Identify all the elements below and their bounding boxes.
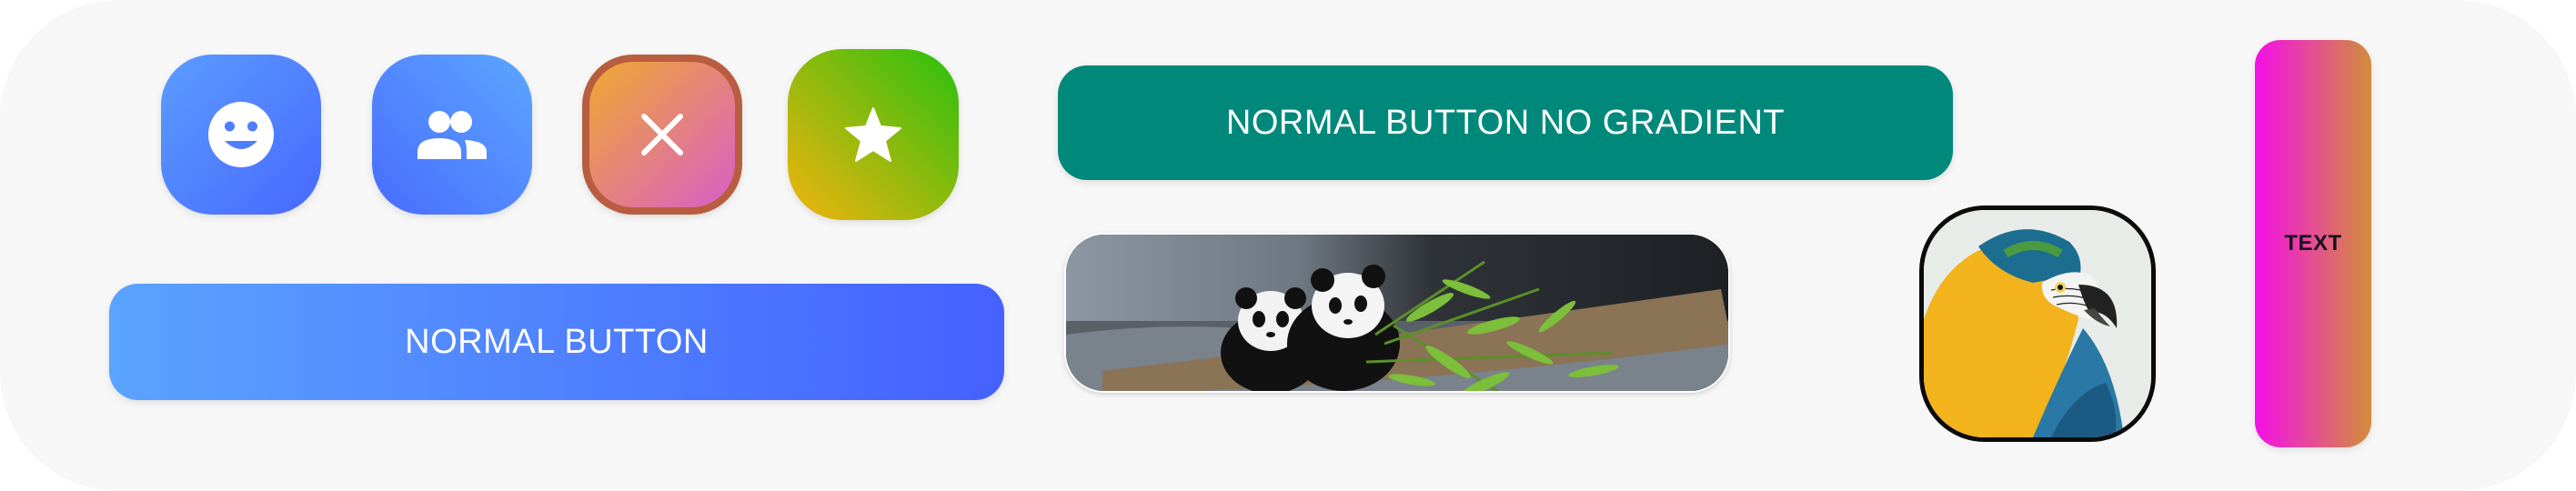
panda-image-button[interactable] (1064, 233, 1730, 393)
star-button[interactable] (788, 49, 959, 220)
page: NORMAL BUTTON NORMAL BUTTON NO GRADIENT (0, 0, 2576, 491)
panda-photo (1066, 235, 1728, 391)
parrot-photo (1924, 210, 2151, 437)
close-icon (641, 114, 683, 155)
normal-button[interactable]: NORMAL BUTTON (109, 284, 1004, 400)
people-group-icon (418, 111, 487, 159)
star-icon (845, 107, 901, 162)
text-button[interactable]: TEXT (2255, 40, 2371, 447)
close-button[interactable] (582, 55, 742, 215)
smiley-face-icon (208, 102, 274, 167)
no-gradient-button[interactable]: NORMAL BUTTON NO GRADIENT (1058, 65, 1953, 180)
emoji-button[interactable] (161, 55, 321, 215)
text-button-label: TEXT (2284, 231, 2342, 256)
normal-button-label: NORMAL BUTTON (405, 322, 709, 361)
no-gradient-button-label: NORMAL BUTTON NO GRADIENT (1225, 103, 1786, 142)
people-button[interactable] (372, 55, 532, 215)
parrot-image-button[interactable] (1919, 205, 2156, 442)
